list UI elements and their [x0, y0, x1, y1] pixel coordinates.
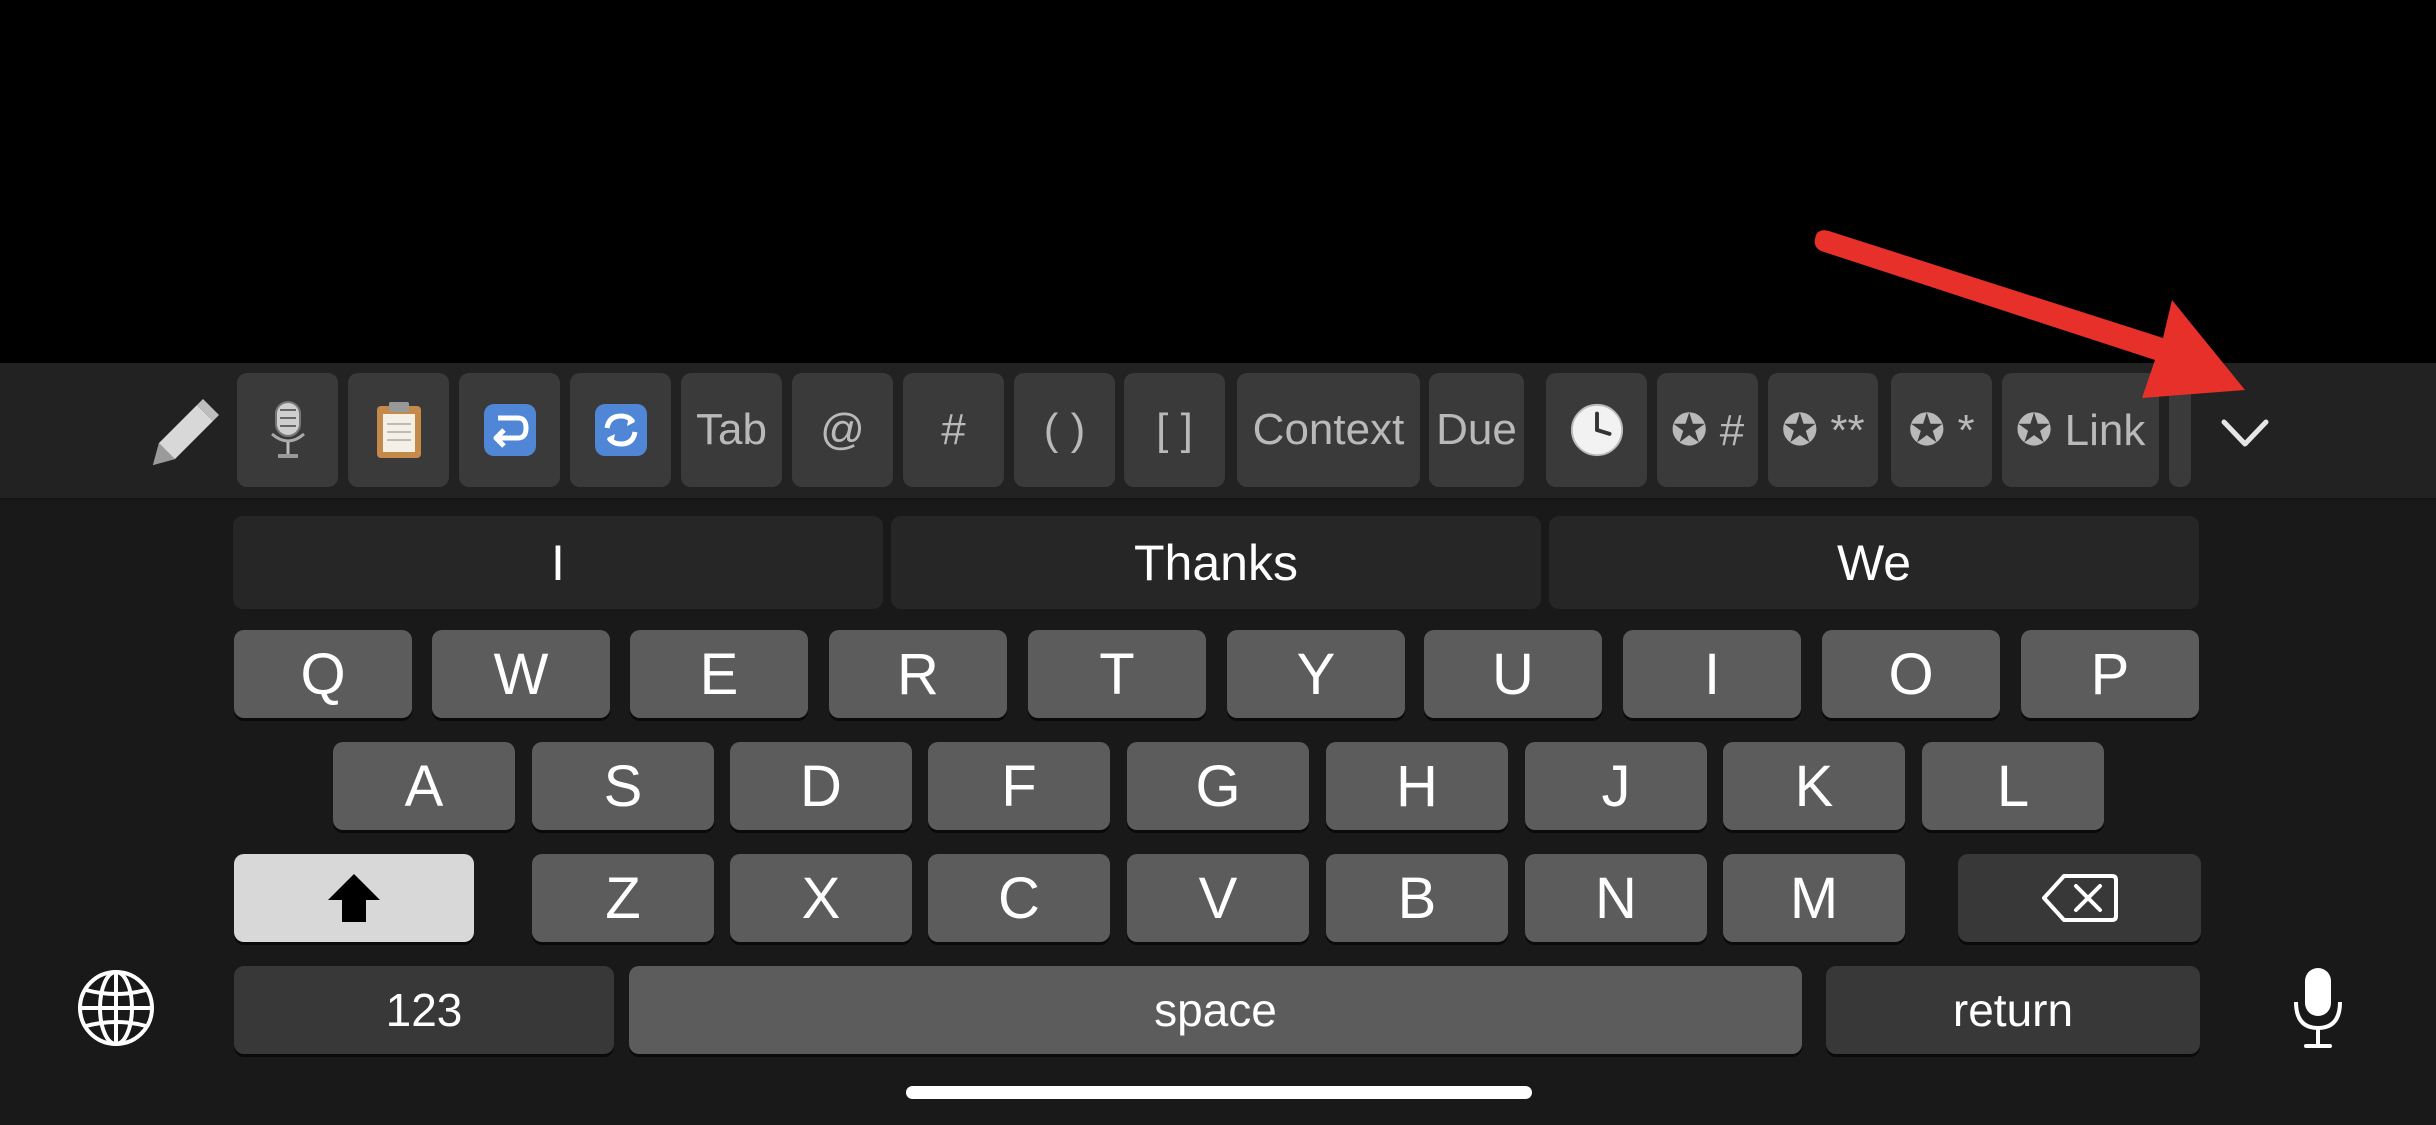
return-arrow-icon	[482, 402, 538, 458]
undo-button[interactable]	[459, 373, 560, 487]
keyboard: Tab @ #( )[ ] Context Due ✪ # ✪ ** ✪ * ✪ Link I …	[0, 363, 2436, 1125]
key-y[interactable]: Y	[1227, 630, 1405, 718]
hash-button-label: #	[941, 405, 966, 454]
hash-button[interactable]: #	[903, 373, 1004, 487]
refresh-button[interactable]	[570, 373, 671, 487]
star-italic-button[interactable]: ✪ *	[1891, 373, 1992, 487]
globe-icon[interactable]	[74, 966, 158, 1050]
key-v[interactable]: V	[1127, 854, 1309, 942]
parens-button[interactable]: ( )	[1014, 373, 1115, 487]
tab-button[interactable]: Tab	[681, 373, 782, 487]
star-hash-button[interactable]: ✪ #	[1657, 373, 1758, 487]
keyboard-toolbar: Tab @ # ( ) [ ] Context Due ✪ # ✪ ** ✪ * ✪ Link	[0, 363, 2436, 500]
key-n[interactable]: N	[1525, 854, 1707, 942]
suggestion-3[interactable]: We	[1549, 516, 2199, 609]
shift-arrow-icon	[328, 874, 380, 922]
key-k[interactable]: K	[1723, 742, 1905, 830]
key-f[interactable]: F	[928, 742, 1110, 830]
key-h[interactable]: H	[1326, 742, 1508, 830]
at-button[interactable]: @	[792, 373, 893, 487]
clock-button[interactable]	[1546, 373, 1647, 487]
star-bold-button[interactable]: ✪ **	[1768, 373, 1878, 487]
clipboard-button[interactable]	[348, 373, 449, 487]
space-key[interactable]: space	[629, 966, 1802, 1054]
backspace-icon	[2041, 874, 2118, 922]
key-u[interactable]: U	[1424, 630, 1602, 718]
delete-key[interactable]	[1958, 854, 2201, 942]
key-p[interactable]: P	[2021, 630, 2199, 718]
key-w[interactable]: W	[432, 630, 610, 718]
key-o[interactable]: O	[1822, 630, 2000, 718]
context-button[interactable]: Context	[1237, 373, 1420, 487]
key-e[interactable]: E	[630, 630, 808, 718]
return-key[interactable]: return	[1826, 966, 2200, 1054]
key-m[interactable]: M	[1723, 854, 1905, 942]
suggestion-1[interactable]: I	[233, 516, 883, 609]
at-button-label: @	[820, 405, 865, 454]
microphone-emoji-button[interactable]	[237, 373, 338, 487]
due-button[interactable]: Due	[1429, 373, 1524, 487]
key-c[interactable]: C	[928, 854, 1110, 942]
brackets-button[interactable]: [ ]	[1124, 373, 1225, 487]
key-d[interactable]: D	[730, 742, 912, 830]
key-r[interactable]: R	[829, 630, 1007, 718]
tab-button-label: Tab	[696, 405, 767, 454]
star-link-button[interactable]: ✪ Link	[2002, 373, 2159, 487]
star-bold-button-label: ✪ **	[1781, 405, 1865, 455]
suggestion-2[interactable]: Thanks	[891, 516, 1541, 609]
brackets-button-label: [ ]	[1156, 405, 1193, 454]
chevron-down-icon[interactable]	[2210, 398, 2280, 468]
star-italic-button-label: ✪ *	[1908, 405, 1975, 455]
cycle-arrows-icon	[593, 402, 649, 458]
dictation-microphone-icon[interactable]	[2288, 964, 2348, 1052]
key-i[interactable]: I	[1623, 630, 1801, 718]
shift-key[interactable]	[234, 854, 474, 942]
key-t[interactable]: T	[1028, 630, 1206, 718]
star-link-button-label: ✪ Link	[2015, 405, 2146, 455]
key-b[interactable]: B	[1326, 854, 1508, 942]
key-s[interactable]: S	[532, 742, 714, 830]
numbers-key[interactable]: 123	[234, 966, 614, 1054]
clipboard-icon	[371, 402, 427, 458]
key-z[interactable]: Z	[532, 854, 714, 942]
key-l[interactable]: L	[1922, 742, 2104, 830]
context-button-label: Context	[1252, 405, 1405, 454]
due-button-label: Due	[1436, 405, 1517, 454]
key-g[interactable]: G	[1127, 742, 1309, 830]
star-hash-button-label: ✪ #	[1670, 405, 1745, 455]
parens-button-label: ( )	[1043, 405, 1086, 454]
clock-icon	[1569, 402, 1625, 458]
studio-microphone-icon	[260, 401, 316, 458]
key-j[interactable]: J	[1525, 742, 1707, 830]
toolbar-overflow-button[interactable]	[2169, 373, 2191, 487]
key-q[interactable]: Q	[234, 630, 412, 718]
key-a[interactable]: A	[333, 742, 515, 830]
key-x[interactable]: X	[730, 854, 912, 942]
pencil-icon[interactable]	[145, 393, 225, 473]
home-indicator[interactable]	[906, 1086, 1532, 1099]
